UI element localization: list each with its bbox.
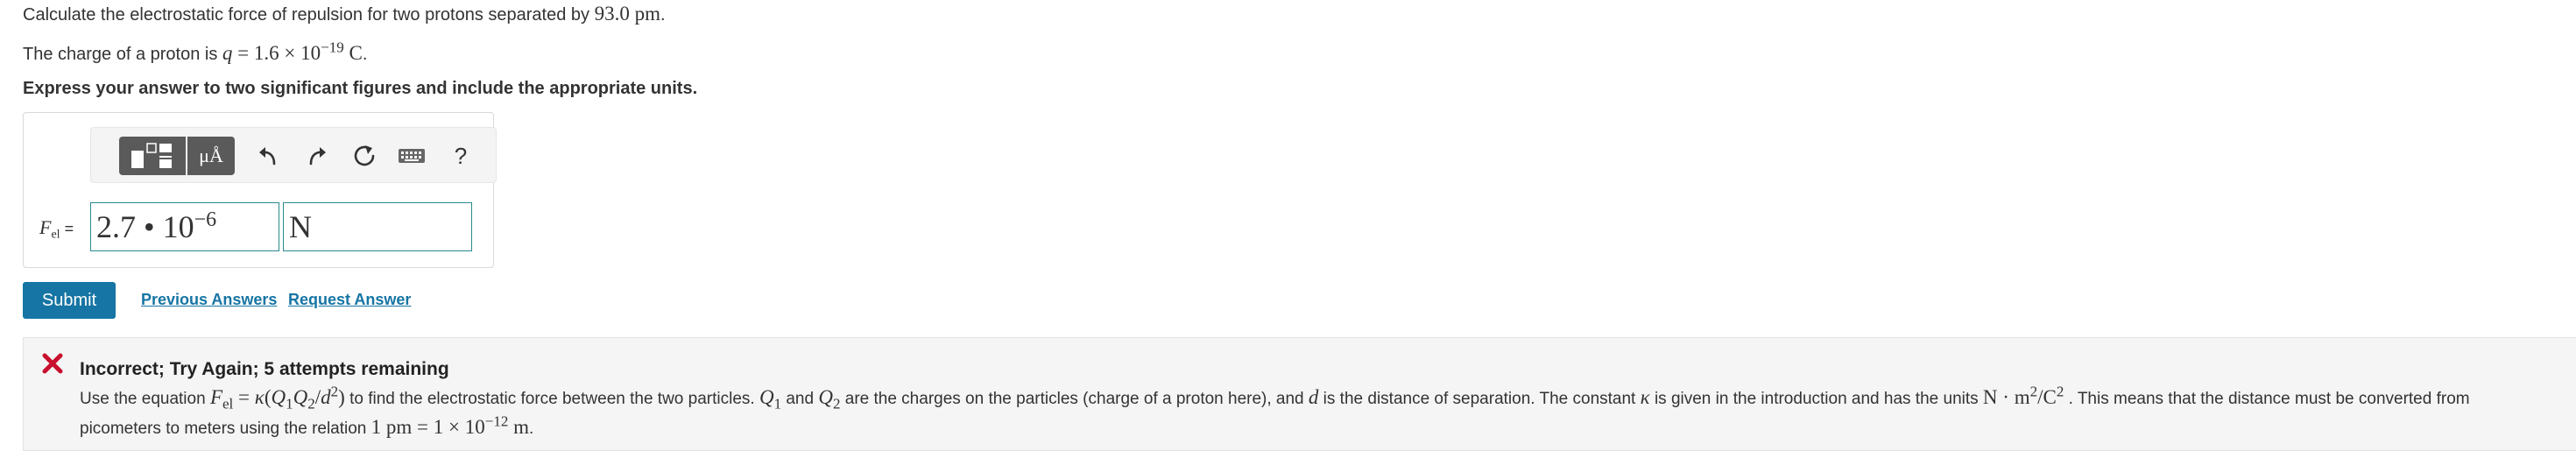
question-line-2: The charge of a proton is q = 1.6 × 10−1… xyxy=(23,39,368,64)
question-line-1: Calculate the electrostatic force of rep… xyxy=(23,3,666,25)
reset-button[interactable] xyxy=(345,137,384,175)
redo-icon xyxy=(309,147,326,166)
x-icon xyxy=(42,353,63,374)
previous-answers-link[interactable]: Previous Answers xyxy=(141,291,277,309)
keyboard-icon xyxy=(399,149,425,163)
help-button[interactable]: ? xyxy=(441,137,480,175)
request-answer-link[interactable]: Request Answer xyxy=(288,291,411,309)
undo-button[interactable] xyxy=(249,137,287,175)
reset-icon xyxy=(354,145,375,166)
feedback-panel: Incorrect; Try Again; 5 attempts remaini… xyxy=(23,337,2576,451)
feedback-text: Use the equation Fel = κ(Q1Q2/d2) to fin… xyxy=(80,383,2470,438)
separation-value: 93.0 pm xyxy=(594,3,660,25)
units-button[interactable]: μÅ xyxy=(187,137,235,175)
submit-button[interactable]: Submit xyxy=(23,282,116,319)
units-icon: μÅ xyxy=(199,144,223,166)
answer-label: Fel = xyxy=(39,216,74,242)
undo-icon xyxy=(259,147,276,166)
answer-box: μÅ ? Fel = 2.7 • 10 −6 N xyxy=(23,112,497,268)
help-icon: ? xyxy=(454,142,468,169)
templates-icon xyxy=(131,143,172,168)
feedback-title: Incorrect; Try Again; 5 attempts remaini… xyxy=(80,359,449,379)
redo-button[interactable] xyxy=(298,137,336,175)
instruction-text: Express your answer to two significant f… xyxy=(23,79,698,98)
templates-button[interactable] xyxy=(119,137,186,175)
keyboard-button[interactable] xyxy=(392,137,431,175)
math-toolbar: μÅ ? xyxy=(90,127,497,183)
unit-input[interactable]: N xyxy=(283,202,472,251)
value-input[interactable]: 2.7 • 10 −6 xyxy=(90,202,279,251)
